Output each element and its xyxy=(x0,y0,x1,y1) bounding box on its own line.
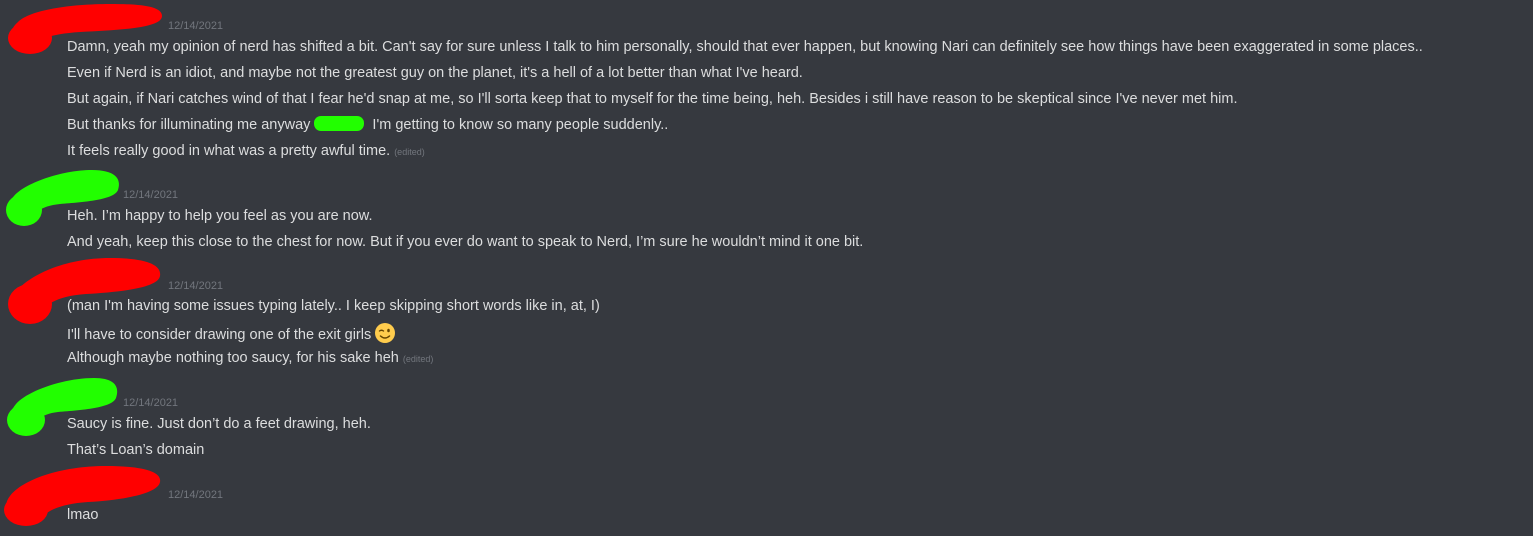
winking-face-emoji-icon xyxy=(375,323,396,343)
message-group: 12/14/2021 Saucy is fine. Just don’t do … xyxy=(0,374,1533,464)
message-timestamp: 12/14/2021 xyxy=(168,280,224,292)
message-group: 12/14/2021 Damn, yeah my opinion of nerd… xyxy=(0,0,1533,170)
message-line: But again, if Nari catches wind of that … xyxy=(67,91,1238,107)
message-line: lmao xyxy=(67,507,99,523)
message-line: Although maybe nothing too saucy, for hi… xyxy=(67,350,434,366)
message-timestamp: 12/14/2021 xyxy=(123,397,179,409)
message-line: And yeah, keep this close to the chest f… xyxy=(67,234,864,250)
message-line: (man I'm having some issues typing latel… xyxy=(67,298,600,314)
message-timestamp: 12/14/2021 xyxy=(168,20,224,32)
redacted-author-scribble xyxy=(8,258,161,324)
message-line: Heh. I’m happy to help you feel as you a… xyxy=(67,208,373,224)
redacted-mention-scribble xyxy=(314,116,365,131)
chat-message-list[interactable]: 12/14/2021 Damn, yeah my opinion of nerd… xyxy=(0,0,1533,536)
edited-indicator: (edited) xyxy=(394,147,425,157)
message-line: But thanks for illuminating me anyway I'… xyxy=(67,116,669,133)
message-line: Saucy is fine. Just don’t do a feet draw… xyxy=(67,416,371,432)
message-line: I'll have to consider drawing one of the… xyxy=(67,322,396,345)
message-timestamp: 12/14/2021 xyxy=(123,189,179,201)
message-line: It feels really good in what was a prett… xyxy=(67,143,425,159)
message-timestamp: 12/14/2021 xyxy=(168,489,224,501)
message-line: Even if Nerd is an idiot, and maybe not … xyxy=(67,65,803,81)
message-line: Damn, yeah my opinion of nerd has shifte… xyxy=(67,39,1423,55)
message-line: That’s Loan’s domain xyxy=(67,442,205,458)
message-group: 12/14/2021 (man I'm having some issues t… xyxy=(0,256,1533,376)
edited-indicator: (edited) xyxy=(402,354,434,364)
message-group: 12/14/2021 lmao xyxy=(0,462,1533,536)
message-group: 12/14/2021 Heh. I’m happy to help you fe… xyxy=(0,168,1533,258)
